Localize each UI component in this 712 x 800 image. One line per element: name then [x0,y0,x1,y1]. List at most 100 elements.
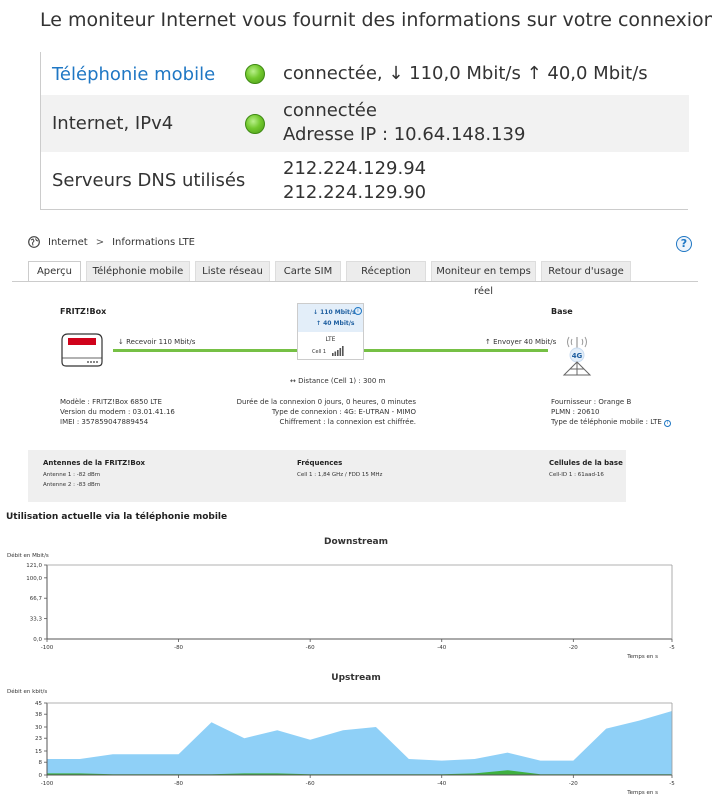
chart-0-x-tick-label: -20 [569,645,578,651]
breadcrumb-current: Informations LTE [112,236,196,248]
tab-divider [12,281,698,282]
chart-0-x-tick-label: -60 [306,645,315,651]
chart-1-y-tick-label: 30 [35,725,42,731]
usage-charts: Downstream Débit en Mbit/s Temps en s 0,0 33… [7,537,675,796]
chart-0-y-tick-label: 0,0 [33,637,42,643]
connection-encryption: Chiffrement : la connexion est chiffrée. [279,418,416,426]
tab-retour-usage[interactable]: Retour d'usage [541,261,631,281]
chart-1-x-tick-label: -80 [174,781,183,787]
chart-1-y-tick-label: 23 [35,736,42,742]
chart-1-y-tick-label: 0 [39,773,43,779]
fritzbox-title: FRITZ!Box [60,307,107,316]
device-info: Modèle : FRITZ!Box 6850 LTE Version du m… [60,397,175,427]
tower-4g-icon: 4G [562,336,592,376]
status-row-dns: Serveurs DNS utilisés 212.224.129.94 212… [41,152,689,210]
antennas-column: Antennes de la FRITZ!Box Antenne 1 : -82… [43,459,145,490]
mobile-link[interactable]: Téléphonie mobile [52,64,215,85]
lte-rates-panel: ↓ 110 Mbit/s ↑ 40 Mbit/s i [298,304,363,332]
chart-1-xlabel: Temps en s [626,790,658,796]
chart-0-x-tick-label: -5 [669,645,675,651]
cells-column: Cellules de la base Cell-ID 1 : 61aad-16 [549,459,623,480]
status-led-icon [245,114,265,134]
help-button[interactable]: ? [676,236,692,252]
tab-liste-reseau[interactable]: Liste réseau [195,261,270,281]
receive-link-line [113,349,297,352]
monitor-intro-text: Le moniteur Internet vous fournit des in… [40,9,712,31]
chart-1-y-tick-label: 8 [39,760,43,766]
lte-up-rate: ↑ 40 Mbit/s [316,320,355,327]
device-model: Modèle : FRITZ!Box 6850 LTE [60,398,162,406]
dns-label: Serveurs DNS utilisés [52,170,246,191]
chart-0-x-tick-label: -80 [174,645,183,651]
mobile-status-value: connectée, ↓ 110,0 Mbit/s ↑ 40,0 Mbit/s [283,63,648,84]
ipv4-address: Adresse IP : 10.64.148.139 [283,124,526,145]
chart-1-y-tick-label: 45 [35,701,42,707]
tab-apercu[interactable]: Aperçu [28,261,81,282]
lte-label: LTE [325,336,336,343]
send-link-line [364,349,548,352]
chart-1-title: Upstream [331,673,380,683]
usage-title: Utilisation actuelle via la téléphonie m… [6,512,228,522]
chart-1-ylabel: Débit en kbit/s [7,688,47,695]
tower-badge: 4G [572,352,583,360]
ipv4-label: Internet, IPv4 [52,113,174,134]
breadcrumb: Internet > Informations LTE [28,236,195,248]
status-row-mobile: Téléphonie mobile connectée, ↓ 110,0 Mbi… [41,52,689,95]
chart-0-x-tick-label: -40 [437,645,446,651]
cell-label: Cell 1 [312,349,327,355]
info-icon[interactable]: i [354,307,362,315]
signal-strength-icon [332,346,344,356]
chart-1-series-0-area [47,711,672,775]
router-icon [61,333,103,367]
imei: IMEI : 357859047889454 [60,418,149,426]
distance-text: ↔ Distance (Cell 1) : 300 m [290,377,386,385]
frequencies-column: Fréquences Cell 1 : 1,84 GHz / FDD 15 MH… [297,459,382,480]
antenna-1: Antenne 1 : -82 dBm [43,472,101,478]
base-title: Base [551,307,573,316]
chart-0-y-tick-label: 66,7 [30,596,43,602]
lte-down-rate: ↓ 110 Mbit/s [313,309,356,316]
chart-1-y-tick-label: 15 [35,749,42,755]
status-row-ipv4: Internet, IPv4 connectée Adresse IP : 10… [41,95,689,152]
connection-info: Durée de la connexion 0 jours, 0 heures,… [236,397,416,427]
provider-name: Fournisseur : Orange B [551,398,632,406]
phone-type-row: Type de téléphonie mobile : LTE i [551,417,671,427]
lte-status-box: ↓ 110 Mbit/s ↑ 40 Mbit/s i LTE Cell 1 [297,303,364,360]
connection-type: Type de connexion : 4G: E-UTRAN - MIMO [271,408,416,416]
chart-0-y-tick-label: 100,0 [26,576,42,582]
status-led-icon [245,64,265,84]
dns-server-1: 212.224.129.94 [283,158,427,179]
chart-0-title: Downstream [324,537,388,547]
breadcrumb-internet[interactable]: Internet [48,237,88,248]
tab-carte-sim[interactable]: Carte SIM [275,261,341,281]
cells-title: Cellules de la base [549,459,623,467]
chart-1-x-tick-label: -60 [306,781,315,787]
chart-1-y-tick-label: 38 [35,712,42,718]
receive-rate: ↓ Recevoir 110 Mbit/s [118,338,196,346]
dns-values: 212.224.129.94 212.224.129.90 [283,157,426,205]
breadcrumb-separator: > [95,236,105,248]
chart-1-x-tick-label: -40 [437,781,446,787]
globe-icon [28,236,40,248]
chart-0-ylabel: Débit en Mbit/s [7,552,49,559]
info-icon[interactable]: i [663,420,671,427]
plmn: PLMN : 20610 [551,408,600,416]
tab-reception[interactable]: Réception [346,261,426,281]
details-panel: Antennes de la FRITZ!Box Antenne 1 : -82… [28,450,626,502]
chart-0-y-tick-label: 33,3 [30,617,43,623]
cell-id-1: Cell-ID 1 : 61aad-16 [549,472,604,478]
frequency-1: Cell 1 : 1,84 GHz / FDD 15 MHz [297,472,383,478]
connection-status-table: Téléphonie mobile connectée, ↓ 110,0 Mbi… [40,52,689,210]
antennas-title: Antennes de la FRITZ!Box [43,459,146,467]
chart-1-x-tick-label: -20 [569,781,578,787]
ipv4-status-value: connectée Adresse IP : 10.64.148.139 [283,99,525,147]
frequencies-title: Fréquences [297,459,343,467]
send-rate: ↑ Envoyer 40 Mbit/s [485,338,557,346]
modem-version: Version du modem : 03.01.41.16 [60,408,175,416]
chart-0-y-tick-label: 121,0 [26,563,42,569]
tab-telephonie-mobile[interactable]: Téléphonie mobile [86,261,190,281]
tab-moniteur-temps-reel[interactable]: Moniteur en temps réel [431,261,536,297]
chart-0-x-tick-label: -100 [41,645,54,651]
ipv4-status: connectée [283,100,377,121]
chart-1-x-tick-label: -5 [669,781,675,787]
